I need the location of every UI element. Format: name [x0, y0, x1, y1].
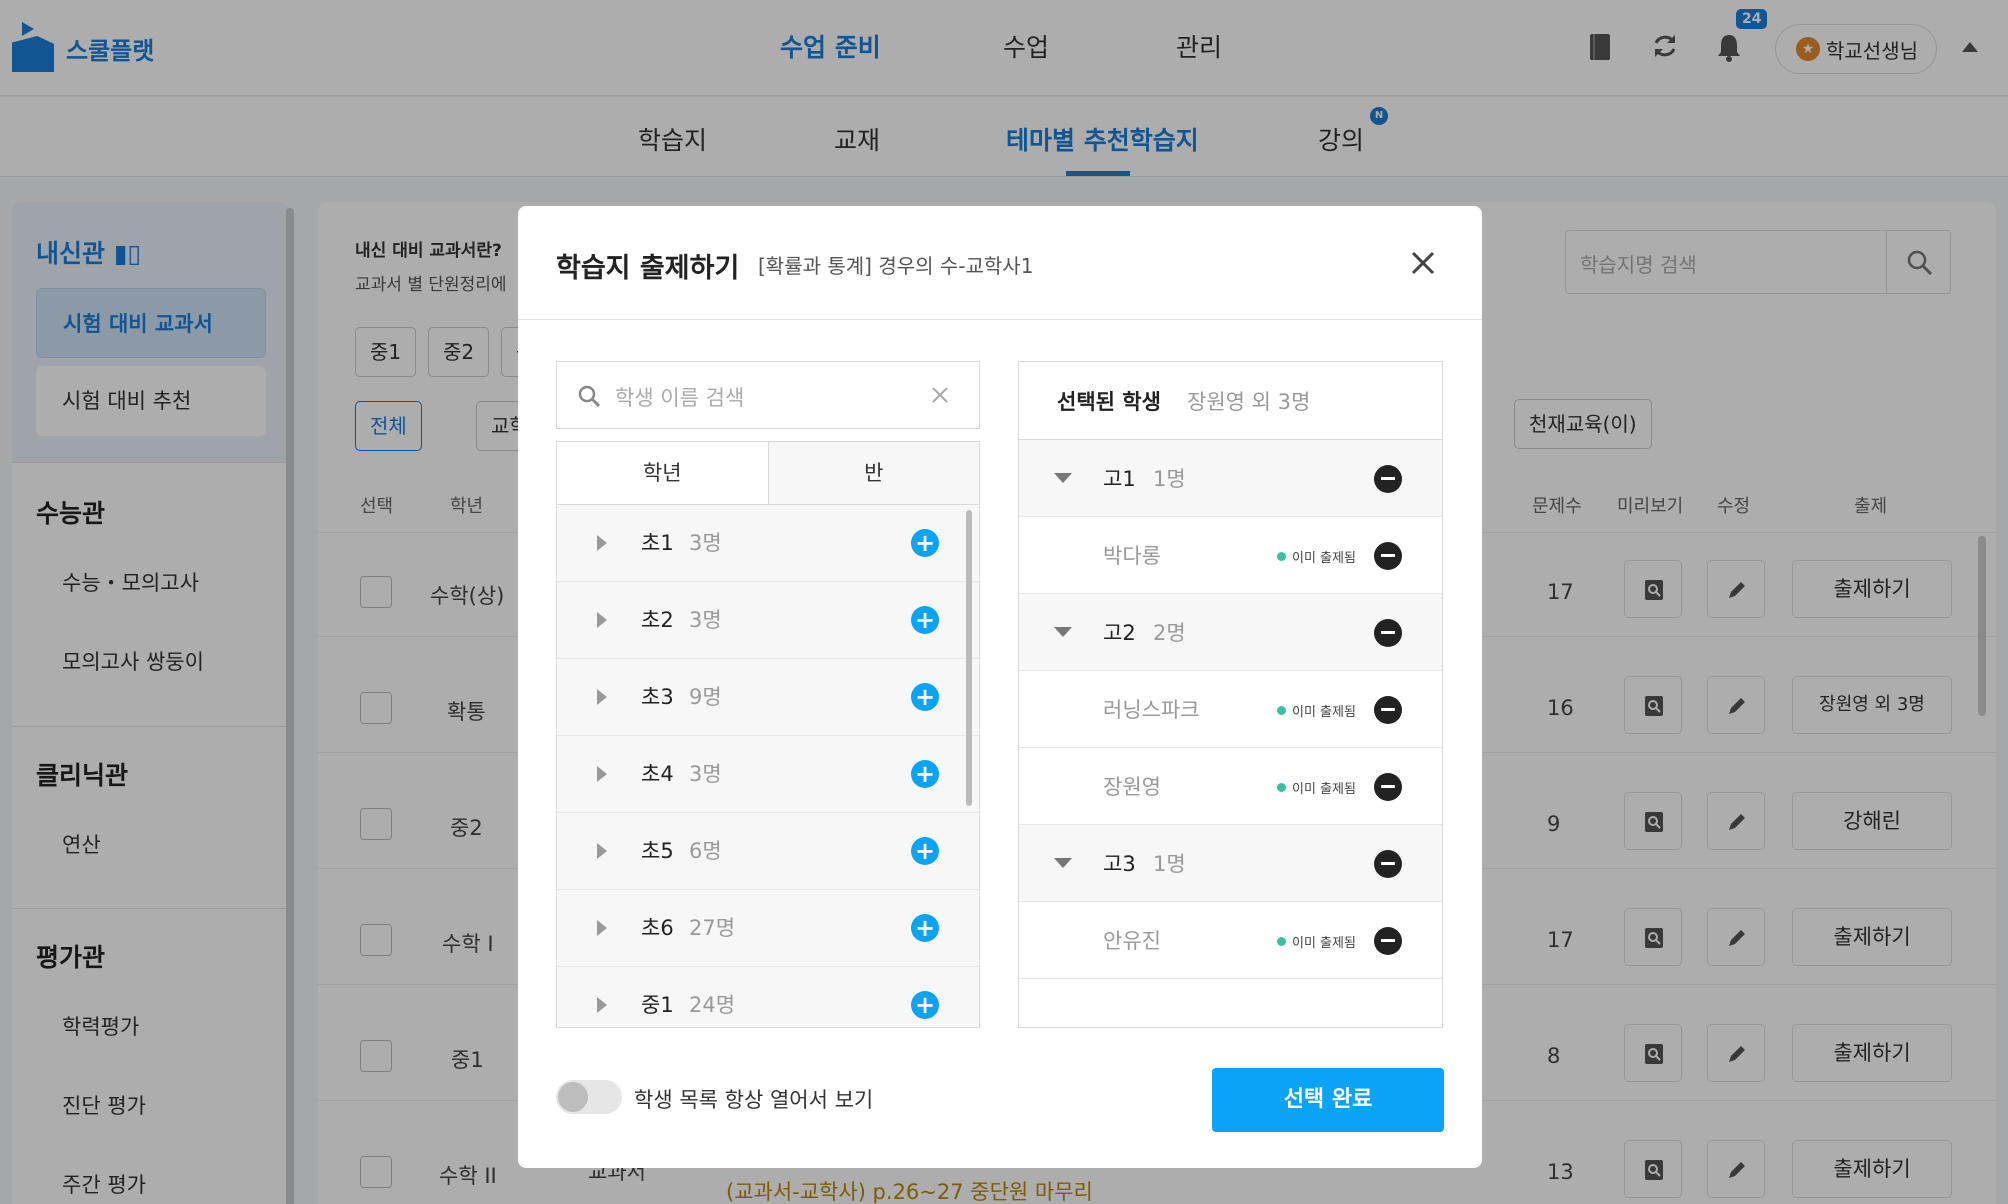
- grade-name: 초5: [641, 839, 674, 863]
- tab-class[interactable]: 반: [768, 442, 979, 504]
- caret-right-icon[interactable]: [597, 689, 607, 705]
- grade-name: 중1: [641, 993, 674, 1017]
- remove-icon[interactable]: [1374, 850, 1402, 878]
- caret-down-icon[interactable]: [1054, 627, 1072, 637]
- caret-right-icon[interactable]: [597, 535, 607, 551]
- group-count: 1명: [1153, 852, 1186, 876]
- grade-count: 24명: [689, 993, 736, 1017]
- add-icon[interactable]: +: [911, 529, 939, 557]
- modal-subtitle: [확률과 통계] 경우의 수-교학사1: [758, 254, 1034, 278]
- clear-icon[interactable]: [931, 386, 949, 404]
- remove-icon[interactable]: [1374, 619, 1402, 647]
- selected-student-row: 장원영 이미 출제됨: [1019, 748, 1442, 825]
- add-icon[interactable]: +: [911, 606, 939, 634]
- caret-right-icon[interactable]: [597, 997, 607, 1013]
- close-icon[interactable]: [1408, 248, 1438, 278]
- add-icon[interactable]: +: [911, 914, 939, 942]
- student-name: 안유진: [1103, 929, 1161, 953]
- status-badge: 이미 출제됨: [1277, 547, 1356, 566]
- selected-header: 선택된 학생 장원영 외 3명: [1019, 362, 1442, 440]
- student-name: 장원영: [1103, 775, 1161, 799]
- caret-down-icon[interactable]: [1054, 473, 1072, 483]
- selected-title: 선택된 학생: [1057, 390, 1161, 414]
- caret-right-icon[interactable]: [597, 920, 607, 936]
- grade-name: 초6: [641, 916, 674, 940]
- status-badge: 이미 출제됨: [1277, 778, 1356, 797]
- selected-student-row: 러닝스파크 이미 출제됨: [1019, 671, 1442, 748]
- grade-list-scrollbar[interactable]: [966, 510, 972, 806]
- tab-grade[interactable]: 학년: [557, 442, 769, 504]
- add-icon[interactable]: +: [911, 760, 939, 788]
- group-count: 1명: [1153, 467, 1186, 491]
- grade-list: 초1 3명 + 초2 3명 + 초3 9명 + 초4 3명 + 초5 6명 + 초6 27명 + 중1 24명 +: [556, 504, 980, 1028]
- remove-icon[interactable]: [1374, 927, 1402, 955]
- grade-name: 초2: [641, 608, 674, 632]
- selected-student-row: 박다롱 이미 출제됨: [1019, 517, 1442, 594]
- grade-row[interactable]: 초4 3명 +: [557, 736, 979, 813]
- selected-summary: 장원영 외 3명: [1187, 390, 1311, 414]
- caret-down-icon[interactable]: [1054, 858, 1072, 868]
- always-open-toggle[interactable]: [556, 1080, 622, 1114]
- grade-row[interactable]: 초2 3명 +: [557, 582, 979, 659]
- grade-count: 27명: [689, 916, 736, 940]
- grade-count: 3명: [689, 608, 722, 632]
- caret-right-icon[interactable]: [597, 766, 607, 782]
- assign-worksheet-modal: 학습지 출제하기 [확률과 통계] 경우의 수-교학사1 학생 이름 검색 학년…: [518, 206, 1482, 1168]
- grade-name: 초3: [641, 685, 674, 709]
- student-tabs: 학년 반: [556, 441, 980, 505]
- add-icon[interactable]: +: [911, 991, 939, 1019]
- grade-count: 6명: [689, 839, 722, 863]
- grade-row[interactable]: 초5 6명 +: [557, 813, 979, 890]
- add-icon[interactable]: +: [911, 837, 939, 865]
- selected-group-row: 고1 1명: [1019, 440, 1442, 517]
- modal-title: 학습지 출제하기: [556, 253, 740, 284]
- student-name: 박다롱: [1103, 544, 1161, 568]
- grade-name: 초1: [641, 531, 674, 555]
- grade-count: 9명: [689, 685, 722, 709]
- group-name: 고2: [1103, 621, 1136, 645]
- remove-icon[interactable]: [1374, 542, 1402, 570]
- search-icon: [578, 385, 601, 408]
- remove-icon[interactable]: [1374, 773, 1402, 801]
- grade-row[interactable]: 초1 3명 +: [557, 505, 979, 582]
- caret-right-icon[interactable]: [597, 843, 607, 859]
- group-name: 고3: [1103, 852, 1136, 876]
- selected-group-row: 고3 1명: [1019, 825, 1442, 902]
- confirm-selection-button[interactable]: 선택 완료: [1212, 1068, 1444, 1132]
- student-search[interactable]: 학생 이름 검색: [556, 361, 980, 429]
- selected-group-row: 고2 2명: [1019, 594, 1442, 671]
- remove-icon[interactable]: [1374, 465, 1402, 493]
- add-icon[interactable]: +: [911, 683, 939, 711]
- grade-row[interactable]: 초3 9명 +: [557, 659, 979, 736]
- selected-students-panel: 선택된 학생 장원영 외 3명 고1 1명 박다롱 이미 출제됨 고2 2명 러닝스파크 이미…: [1018, 361, 1443, 1028]
- student-search-input[interactable]: 학생 이름 검색: [615, 382, 744, 412]
- modal-header: 학습지 출제하기 [확률과 통계] 경우의 수-교학사1: [518, 206, 1482, 320]
- grade-count: 3명: [689, 762, 722, 786]
- student-name: 러닝스파크: [1103, 698, 1200, 722]
- status-badge: 이미 출제됨: [1277, 932, 1356, 951]
- grade-count: 3명: [689, 531, 722, 555]
- caret-right-icon[interactable]: [597, 612, 607, 628]
- toggle-label: 학생 목록 항상 열어서 보기: [634, 1088, 874, 1112]
- remove-icon[interactable]: [1374, 696, 1402, 724]
- selected-student-row: 안유진 이미 출제됨: [1019, 902, 1442, 979]
- grade-name: 초4: [641, 762, 674, 786]
- group-count: 2명: [1153, 621, 1186, 645]
- group-name: 고1: [1103, 467, 1136, 491]
- grade-row[interactable]: 초6 27명 +: [557, 890, 979, 967]
- grade-row[interactable]: 중1 24명 +: [557, 967, 979, 1027]
- status-badge: 이미 출제됨: [1277, 701, 1356, 720]
